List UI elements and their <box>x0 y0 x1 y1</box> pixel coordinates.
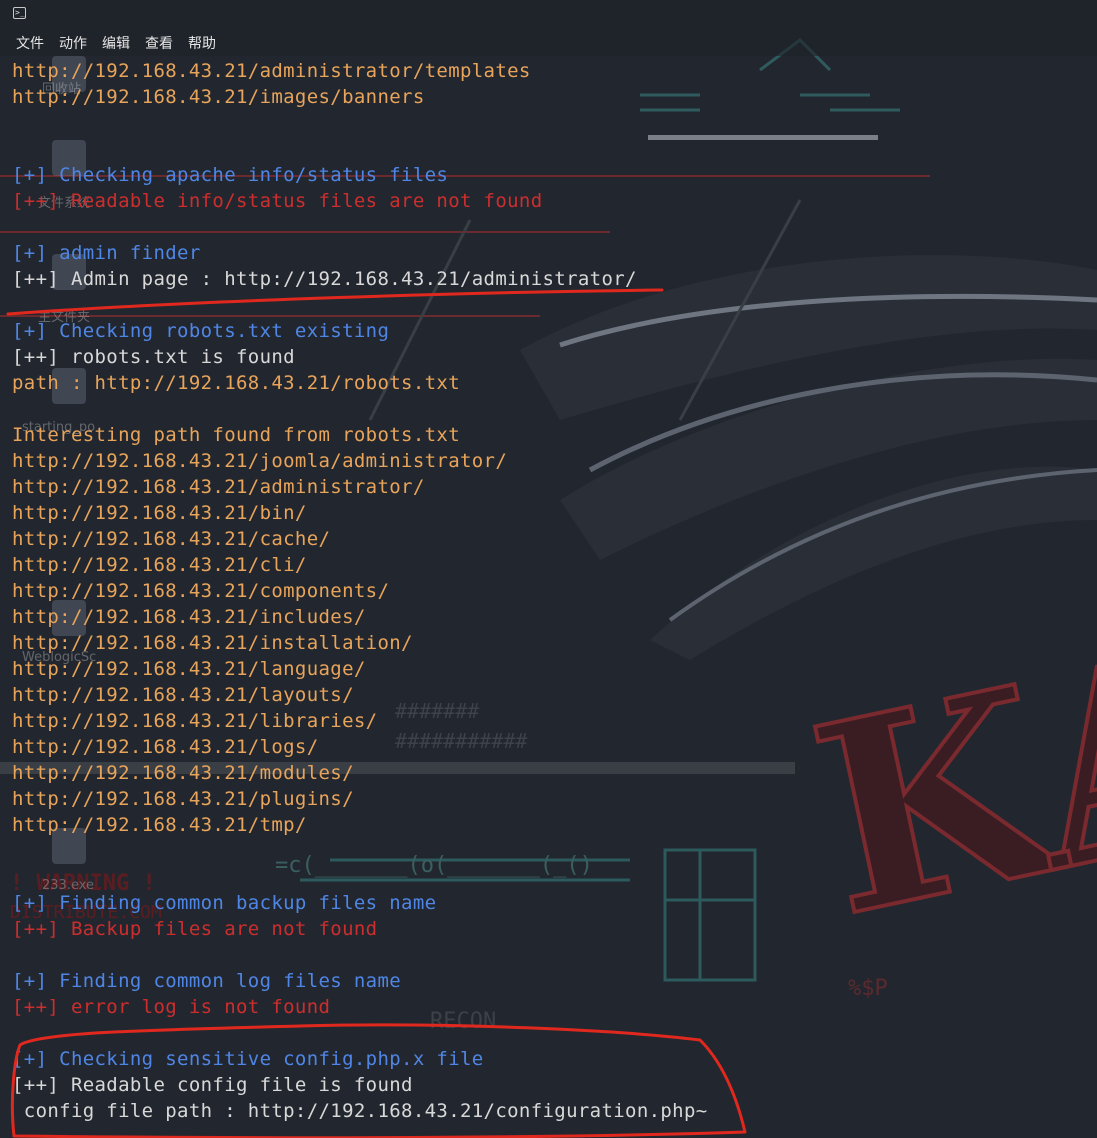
terminal-line: http://192.168.43.21/installation/ <box>12 632 413 654</box>
terminal-line: http://192.168.43.21/plugins/ <box>12 788 354 810</box>
terminal-line: http://192.168.43.21/libraries/ <box>12 710 378 732</box>
menu-edit[interactable]: 编辑 <box>102 33 130 53</box>
terminal-line: http://192.168.43.21/administrator/ <box>12 476 425 498</box>
terminal-line: http://192.168.43.21/bin/ <box>12 502 307 524</box>
terminal-line: [++] Readable config file is found <box>12 1074 413 1096</box>
terminal-line: http://192.168.43.21/administrator/templ… <box>12 60 531 82</box>
terminal-line: http://192.168.43.21/logs/ <box>12 736 319 758</box>
terminal-line: config file path : http://192.168.43.21/… <box>12 1100 708 1122</box>
terminal-titlebar: >_ 文件 动作 编辑 查看 帮助 <box>0 0 1097 56</box>
terminal-line: [+] admin finder <box>12 242 201 264</box>
terminal-line: http://192.168.43.21/language/ <box>12 658 366 680</box>
terminal-line: http://192.168.43.21/cache/ <box>12 528 331 550</box>
menu-file[interactable]: 文件 <box>16 33 44 53</box>
terminal-icon[interactable]: >_ <box>13 7 26 19</box>
terminal-line: [+] Finding common backup files name <box>12 892 437 914</box>
menu-view[interactable]: 查看 <box>145 33 173 53</box>
terminal-output[interactable]: http://192.168.43.21/administrator/templ… <box>12 58 1092 1124</box>
terminal-line: [++] error log is not found <box>12 996 331 1018</box>
terminal-line: [++] Admin page : http://192.168.43.21/a… <box>12 268 637 290</box>
terminal-line: [+] Checking sensitive config.php.x file <box>12 1048 484 1070</box>
terminal-line: http://192.168.43.21/components/ <box>12 580 390 602</box>
terminal-line: http://192.168.43.21/includes/ <box>12 606 366 628</box>
terminal-line: [++] Readable info/status files are not … <box>12 190 543 212</box>
terminal-line: http://192.168.43.21/tmp/ <box>12 814 307 836</box>
menu-bar: 文件 动作 编辑 查看 帮助 <box>16 33 216 53</box>
terminal-line: http://192.168.43.21/modules/ <box>12 762 354 784</box>
menu-help[interactable]: 帮助 <box>188 33 216 53</box>
terminal-line: [++] robots.txt is found <box>12 346 295 368</box>
terminal-line: [+] Checking apache info/status files <box>12 164 449 186</box>
terminal-line: http://192.168.43.21/layouts/ <box>12 684 354 706</box>
terminal-line: path : http://192.168.43.21/robots.txt <box>12 372 460 394</box>
menu-action[interactable]: 动作 <box>59 33 87 53</box>
terminal-line: http://192.168.43.21/cli/ <box>12 554 307 576</box>
terminal-line: http://192.168.43.21/joomla/administrato… <box>12 450 508 472</box>
terminal-line: [++] Backup files are not found <box>12 918 378 940</box>
terminal-line: [+] Finding common log files name <box>12 970 402 992</box>
terminal-line: Interesting path found from robots.txt <box>12 424 460 446</box>
terminal-line: [+] Checking robots.txt existing <box>12 320 390 342</box>
terminal-line: http://192.168.43.21/images/banners <box>12 86 425 108</box>
